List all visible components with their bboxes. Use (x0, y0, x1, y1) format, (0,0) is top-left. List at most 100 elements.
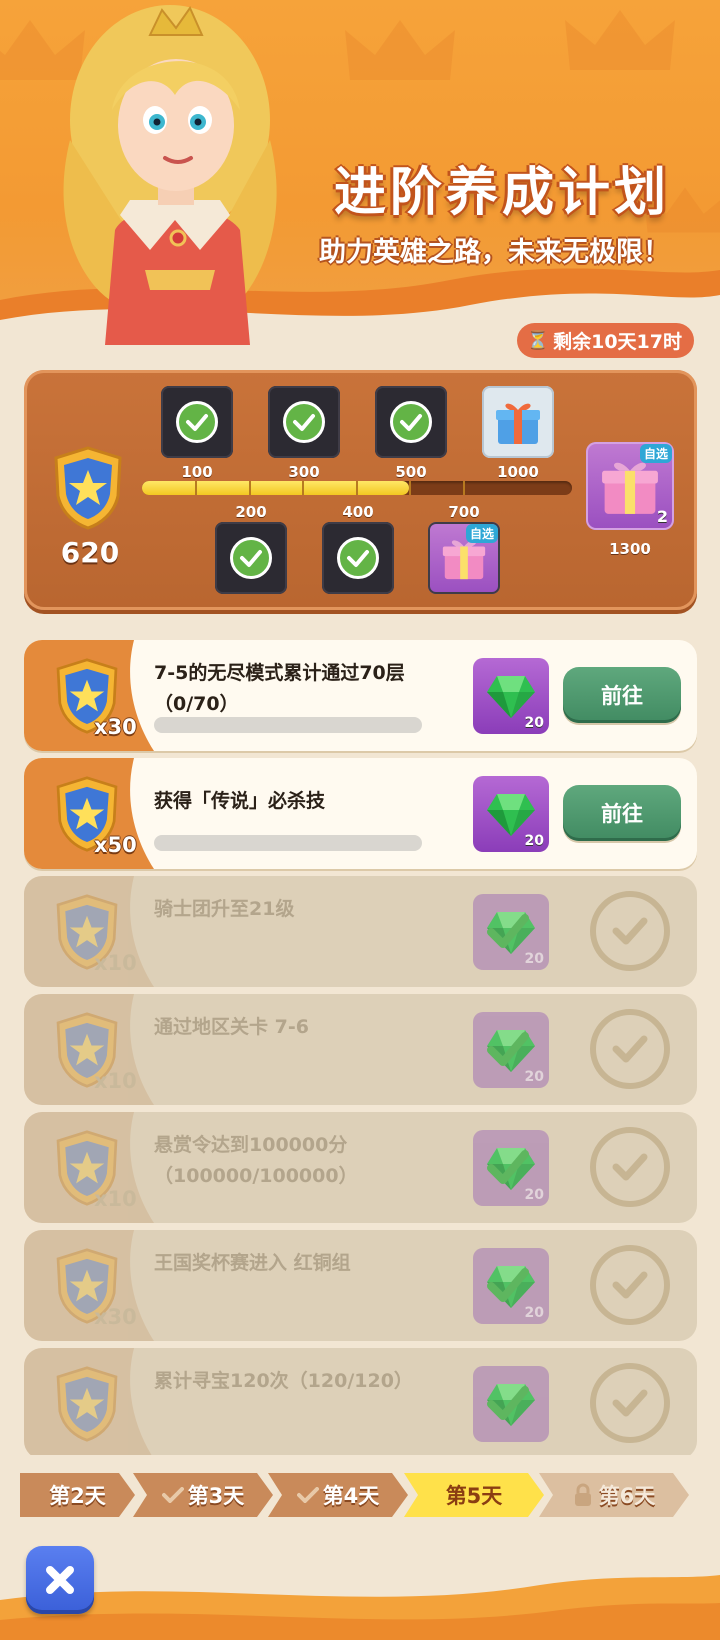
crown-decoration (560, 0, 680, 80)
milestone-reward-100[interactable] (161, 386, 233, 458)
go-button[interactable]: 前往 (563, 667, 681, 723)
checkmark-icon (390, 401, 432, 443)
milestone-reward-500[interactable] (375, 386, 447, 458)
gem-reward: 20 (473, 658, 549, 734)
tab-day-3[interactable]: 第3天 (133, 1473, 273, 1517)
bottom-wave (0, 1575, 720, 1640)
check-icon (296, 1487, 319, 1503)
task-description: 累计寻宝120次（120/120） (154, 1370, 413, 1392)
milestone-label: 500 (395, 463, 427, 481)
progress-bar-fill (142, 481, 409, 495)
task-row: x10 悬赏令达到100000分（100000/100000） 20 (24, 1112, 697, 1223)
points-multiplier: x10 (94, 951, 137, 975)
task-description: 通过地区关卡 7-6 (154, 1016, 309, 1038)
tab-label: 第2天 (49, 1484, 106, 1508)
close-button[interactable] (26, 1546, 94, 1614)
tab-day-2[interactable]: 第2天 (20, 1473, 135, 1517)
milestone-label: 100 (181, 463, 213, 481)
tab-label: 第3天 (187, 1484, 245, 1508)
go-button[interactable]: 前往 (563, 785, 681, 841)
optional-tag: 自选 (465, 524, 498, 543)
page-subtitle: 助力英雄之路，未来无极限！ (319, 237, 670, 268)
completed-check-icon (590, 1363, 670, 1443)
header-banner: 进阶养成计划 助力英雄之路，未来无极限！ (0, 0, 720, 345)
checkmark-icon (487, 1268, 529, 1302)
points-multiplier: x30 (94, 1305, 137, 1329)
close-icon (46, 1566, 74, 1594)
checkmark-icon (487, 914, 529, 948)
tab-label: 第5天 (445, 1484, 503, 1508)
task-description: 7-5的无尽模式累计通过70层（0/70） (154, 662, 405, 715)
gem-count: 20 (524, 1069, 544, 1085)
task-progress-bar (154, 835, 422, 851)
milestone-reward-300[interactable] (268, 386, 340, 458)
progress-bar (142, 481, 572, 495)
gem-count: 20 (524, 715, 544, 731)
checkmark-icon (337, 537, 379, 579)
milestone-label: 700 (448, 503, 480, 521)
countdown-text: 剩余10天17时 (553, 331, 682, 353)
star-shield-icon (56, 1366, 118, 1442)
gem-reward: 20 (473, 776, 549, 852)
milestone-label: 200 (235, 503, 267, 521)
checkmark-icon (283, 401, 325, 443)
checkmark-icon (230, 537, 272, 579)
task-row: x30 王国奖杯赛进入 红铜组 20 (24, 1230, 697, 1341)
checkmark-icon (487, 1386, 529, 1420)
points-multiplier: x10 (94, 1187, 137, 1211)
checkmark-icon (176, 401, 218, 443)
checkmark-icon (487, 1032, 529, 1066)
gem-count: 20 (524, 951, 544, 967)
task-row: x10 通过地区关卡 7-6 20 (24, 994, 697, 1105)
gem-count: 20 (524, 1305, 544, 1321)
task-row: x10 骑士团升至21级 20 (24, 876, 697, 987)
hourglass-icon: ⏳ (526, 330, 550, 351)
completed-check-icon (590, 1009, 670, 1089)
milestone-label: 400 (342, 503, 374, 521)
gem-count: 20 (524, 1187, 544, 1203)
check-icon (161, 1487, 184, 1503)
task-row: x30 7-5的无尽模式累计通过70层（0/70） 20 前往 (24, 640, 697, 751)
task-row: 累计寻宝120次（120/120） (24, 1348, 697, 1455)
milestone-label: 1000 (497, 463, 539, 481)
gem-reward: 20 (473, 1248, 549, 1324)
lock-icon (574, 1483, 591, 1506)
completed-check-icon (590, 1127, 670, 1207)
tab-day-6[interactable]: 第6天 (539, 1473, 689, 1517)
tab-day-4[interactable]: 第4天 (268, 1473, 408, 1517)
milestone-reward-400[interactable] (322, 522, 394, 594)
progress-panel: 620 100 300 500 1000 200 400 700 自选 自选 2… (24, 370, 697, 610)
task-row: x50 获得「传说」必杀技 20 前往 (24, 758, 697, 869)
task-progress-bar (154, 717, 422, 733)
milestone-label: 300 (288, 463, 320, 481)
points-multiplier: x10 (94, 1069, 137, 1093)
gem-reward: 20 (473, 1130, 549, 1206)
gem-reward: 20 (473, 1012, 549, 1088)
gem-count: 20 (524, 833, 544, 849)
reward-count: 2 (656, 507, 668, 526)
gem-reward (473, 1366, 549, 1442)
milestone-label: 1300 (609, 540, 651, 558)
crown-decoration (340, 10, 460, 90)
milestone-reward-1000[interactable] (482, 386, 554, 458)
milestone-reward-200[interactable] (215, 522, 287, 594)
gem-reward: 20 (473, 894, 549, 970)
countdown-badge: ⏳ 剩余10天17时 (516, 323, 694, 358)
milestone-reward-700[interactable]: 自选 (428, 522, 500, 594)
points-multiplier: x30 (94, 715, 137, 739)
optional-tag: 自选 (639, 444, 672, 463)
completed-check-icon (590, 1245, 670, 1325)
points-multiplier: x50 (94, 833, 137, 857)
current-points: 620 (60, 536, 120, 569)
task-list[interactable]: x30 7-5的无尽模式累计通过70层（0/70） 20 前往 x50 获得「传说」必… (24, 640, 697, 1455)
day-tabs: 第2天 第3天 第4天 第5天 第6天 (20, 1473, 702, 1517)
task-description: 获得「传说」必杀技 (154, 790, 326, 812)
task-description: 骑士团升至21级 (154, 898, 295, 920)
page-title: 进阶养成计划 (333, 163, 670, 223)
task-description: 悬赏令达到100000分（100000/100000） (154, 1134, 358, 1187)
completed-check-icon (590, 891, 670, 971)
gift-box-icon (496, 403, 540, 444)
tab-day-5[interactable]: 第5天 (404, 1473, 544, 1517)
hero-character (63, 5, 277, 345)
final-reward-gift[interactable]: 自选 2 (586, 442, 674, 530)
